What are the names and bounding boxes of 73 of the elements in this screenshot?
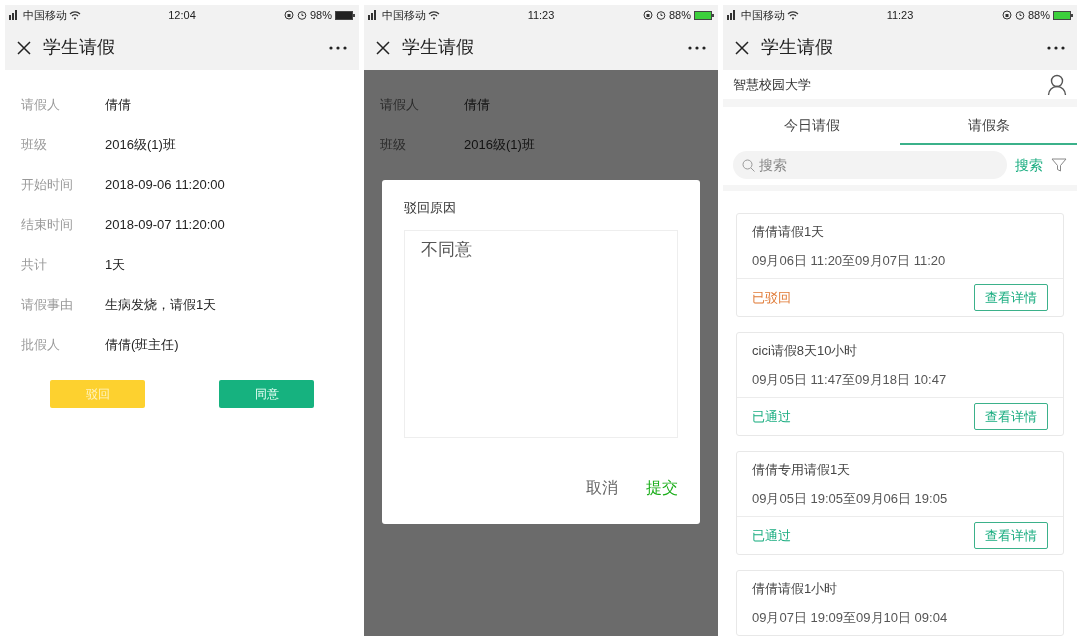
field-value: 2016级(1)班 [105,136,176,155]
clock-time: 11:23 [886,7,914,23]
dialog-title: 驳回原因 [404,199,457,217]
carrier-name: 中国移动 [382,7,426,23]
search-field[interactable]: 搜索 [733,151,1007,179]
reason-input[interactable]: 不同意 [404,229,678,438]
leave-period: 09月05日 11:47至09月18日 10:47 [752,370,948,389]
field-value: 倩倩(班主任) [105,336,179,355]
field-label: 请假事由 [21,296,74,315]
field-label: 开始时间 [21,176,74,195]
school-name: 智慧校园大学 [733,75,811,94]
wifi-icon [69,10,81,20]
status-label: 已通过 [752,526,791,545]
leave-card[interactable]: cici请假8天10小时 09月05日 11:47至09月18日 10:47 已通过 查看详情 [736,332,1064,436]
more-icon[interactable] [688,45,706,50]
battery-icon [694,10,714,20]
user-icon[interactable] [1047,73,1067,96]
tab[interactable]: 今日请假 [723,107,900,145]
battery-icon [335,10,355,20]
field-value: 1天 [105,256,126,275]
leave-period: 09月05日 19:05至09月06日 19:05 [752,489,949,508]
clock-time: 12:04 [168,7,196,23]
field-label: 批假人 [21,336,61,355]
alarm-clock-icon [655,10,666,20]
leave-title: 倩倩请假1小时 [752,580,839,598]
page-title: 学生请假 [43,36,116,59]
field-label: 班级 [21,136,48,155]
carrier-name: 中国移动 [741,7,785,23]
field-label: 班级 [380,136,407,155]
status-label: 已驳回 [752,288,791,307]
field-value: 倩倩 [464,96,490,115]
battery-percent: 88% [1027,7,1050,23]
tab[interactable]: 请假条 [900,107,1077,145]
page-title: 学生请假 [761,36,834,59]
field-value: 2016级(1)班 [464,136,535,155]
field-label: 结束时间 [21,216,74,235]
dialog-button[interactable]: 取消 [586,475,618,500]
lock-rotation-icon [1001,10,1012,20]
alarm-clock-icon [296,10,307,20]
leave-title: 倩倩请假1天 [752,223,826,241]
field-value: 倩倩 [105,96,131,115]
field-label: 请假人 [21,96,61,115]
battery-percent: 98% [309,7,332,23]
field-value: 2018-09-06 11:20:00 [105,176,225,195]
battery-percent: 88% [668,7,691,23]
filter-icon[interactable] [1051,157,1067,173]
wifi-icon [428,10,440,20]
lock-rotation-icon [283,10,294,20]
status-label: 已通过 [752,407,791,426]
close-icon[interactable] [17,40,31,55]
more-icon[interactable] [1047,45,1065,50]
clock-time: 11:23 [527,7,555,23]
lock-rotation-icon [642,10,653,20]
leave-title: cici请假8天10小时 [752,342,859,360]
leave-title: 倩倩专用请假1天 [752,461,852,479]
battery-icon [1053,10,1073,20]
search-icon [742,159,755,172]
alarm-clock-icon [1014,10,1025,20]
leave-period: 09月07日 19:09至09月10日 09:04 [752,608,949,627]
page-title: 学生请假 [402,36,475,59]
leave-period: 09月06日 11:20至09月07日 11:20 [752,251,947,270]
more-icon[interactable] [329,45,347,50]
wifi-icon [787,10,799,20]
leave-card[interactable]: 倩倩请假1天 09月06日 11:20至09月07日 11:20 已驳回 查看详情 [736,213,1064,317]
field-value: 生病发烧，请假1天 [105,296,217,315]
carrier-name: 中国移动 [23,7,67,23]
field-label: 共计 [21,256,48,275]
close-icon[interactable] [735,40,749,55]
close-icon[interactable] [376,40,390,55]
leave-card[interactable]: 倩倩请假1小时 09月07日 19:09至09月10日 09:04 [736,570,1064,636]
field-label: 请假人 [380,96,420,115]
leave-card[interactable]: 倩倩专用请假1天 09月05日 19:05至09月06日 19:05 已通过 查看详情 [736,451,1064,555]
field-value: 2018-09-07 11:20:00 [105,216,225,235]
